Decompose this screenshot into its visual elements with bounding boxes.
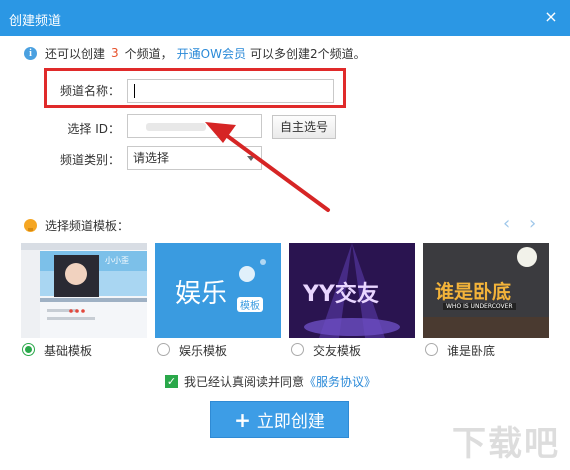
ent-thumb-main: 娱乐 [175, 279, 228, 309]
prev-arrow-icon[interactable]: ‹ [503, 213, 510, 234]
create-now-label: 立即创建 [256, 412, 325, 432]
service-agreement-link[interactable]: 《服务协议》 [304, 373, 376, 390]
ent-thumb-badge: 模板 [237, 297, 263, 312]
undercover-template-label: 谁是卧底 [447, 344, 496, 358]
basic-thumb-name: 小小歪 [105, 256, 129, 265]
remaining-count: 3 [111, 46, 119, 60]
close-icon[interactable]: × [542, 8, 560, 26]
channel-id-field[interactable] [127, 114, 262, 138]
window-title: 创建频道 [9, 14, 62, 29]
yy-thumb-text: YY交友 [303, 282, 379, 307]
info-prefix: 还可以创建 [45, 46, 106, 61]
template-thumb-basic[interactable]: 小小歪 [21, 243, 147, 338]
info-suffix: 个频道， [124, 46, 173, 61]
agreement-text: 我已经认真阅读并同意 [184, 374, 305, 389]
create-now-button[interactable]: + 立即创建 [210, 401, 349, 438]
vip-link[interactable]: 开通OW会员 [177, 45, 246, 62]
radio-undercover-template[interactable] [425, 343, 438, 356]
text-caret [134, 84, 135, 98]
self-select-button[interactable]: 自主选号 [272, 115, 336, 139]
info-icon: i [24, 46, 37, 60]
channel-category-select[interactable]: 请选择 [127, 146, 262, 170]
channel-name-label: 频道名称： [59, 84, 120, 98]
next-arrow-icon[interactable]: › [529, 213, 536, 234]
undercover-thumb-main: 谁是卧底 [435, 281, 512, 303]
plus-icon: + [234, 407, 251, 432]
template-heading-text: 选择频道模板： [45, 218, 130, 233]
title-bar: 创建频道 × [0, 0, 570, 36]
template-thumb-undercover[interactable]: 谁是卧底 WHO IS UNDERCOVER [423, 243, 549, 338]
chevron-down-icon [247, 156, 255, 161]
dating-template-label: 交友模板 [313, 344, 362, 358]
radio-entertainment-template[interactable] [157, 343, 170, 356]
info-line: i 还可以创建 3 个频道， 开通OW会员 可以多创建2个频道。 [24, 45, 366, 61]
undercover-thumb-sub: WHO IS UNDERCOVER [443, 303, 516, 310]
template-heading: 选择频道模板： [24, 217, 129, 233]
template-thumb-entertainment[interactable]: 娱乐 模板 [155, 243, 281, 338]
blurred-id-value [146, 123, 206, 131]
entertainment-template-label: 娱乐模板 [179, 344, 228, 358]
basic-template-label: 基础模板 [44, 344, 93, 358]
channel-id-label: 选择 ID： [67, 122, 120, 136]
lightbulb-icon [24, 218, 37, 232]
agreement-checkbox[interactable]: ✓ [165, 374, 178, 388]
channel-name-input[interactable] [127, 79, 334, 103]
category-selected-value: 请选择 [133, 151, 170, 165]
radio-dating-template[interactable] [291, 343, 304, 356]
watermark-logo: 下载吧 [452, 410, 560, 464]
channel-category-label: 频道类别： [59, 153, 120, 167]
agreement-row: ✓ 我已经认真阅读并同意 《服务协议》 [165, 373, 376, 389]
info-tail: 可以多创建2个频道。 [249, 46, 366, 61]
radio-basic-template[interactable] [22, 343, 35, 356]
watermark-text: 下载吧 [452, 424, 560, 464]
template-thumb-dating[interactable]: YY交友 [289, 243, 415, 338]
